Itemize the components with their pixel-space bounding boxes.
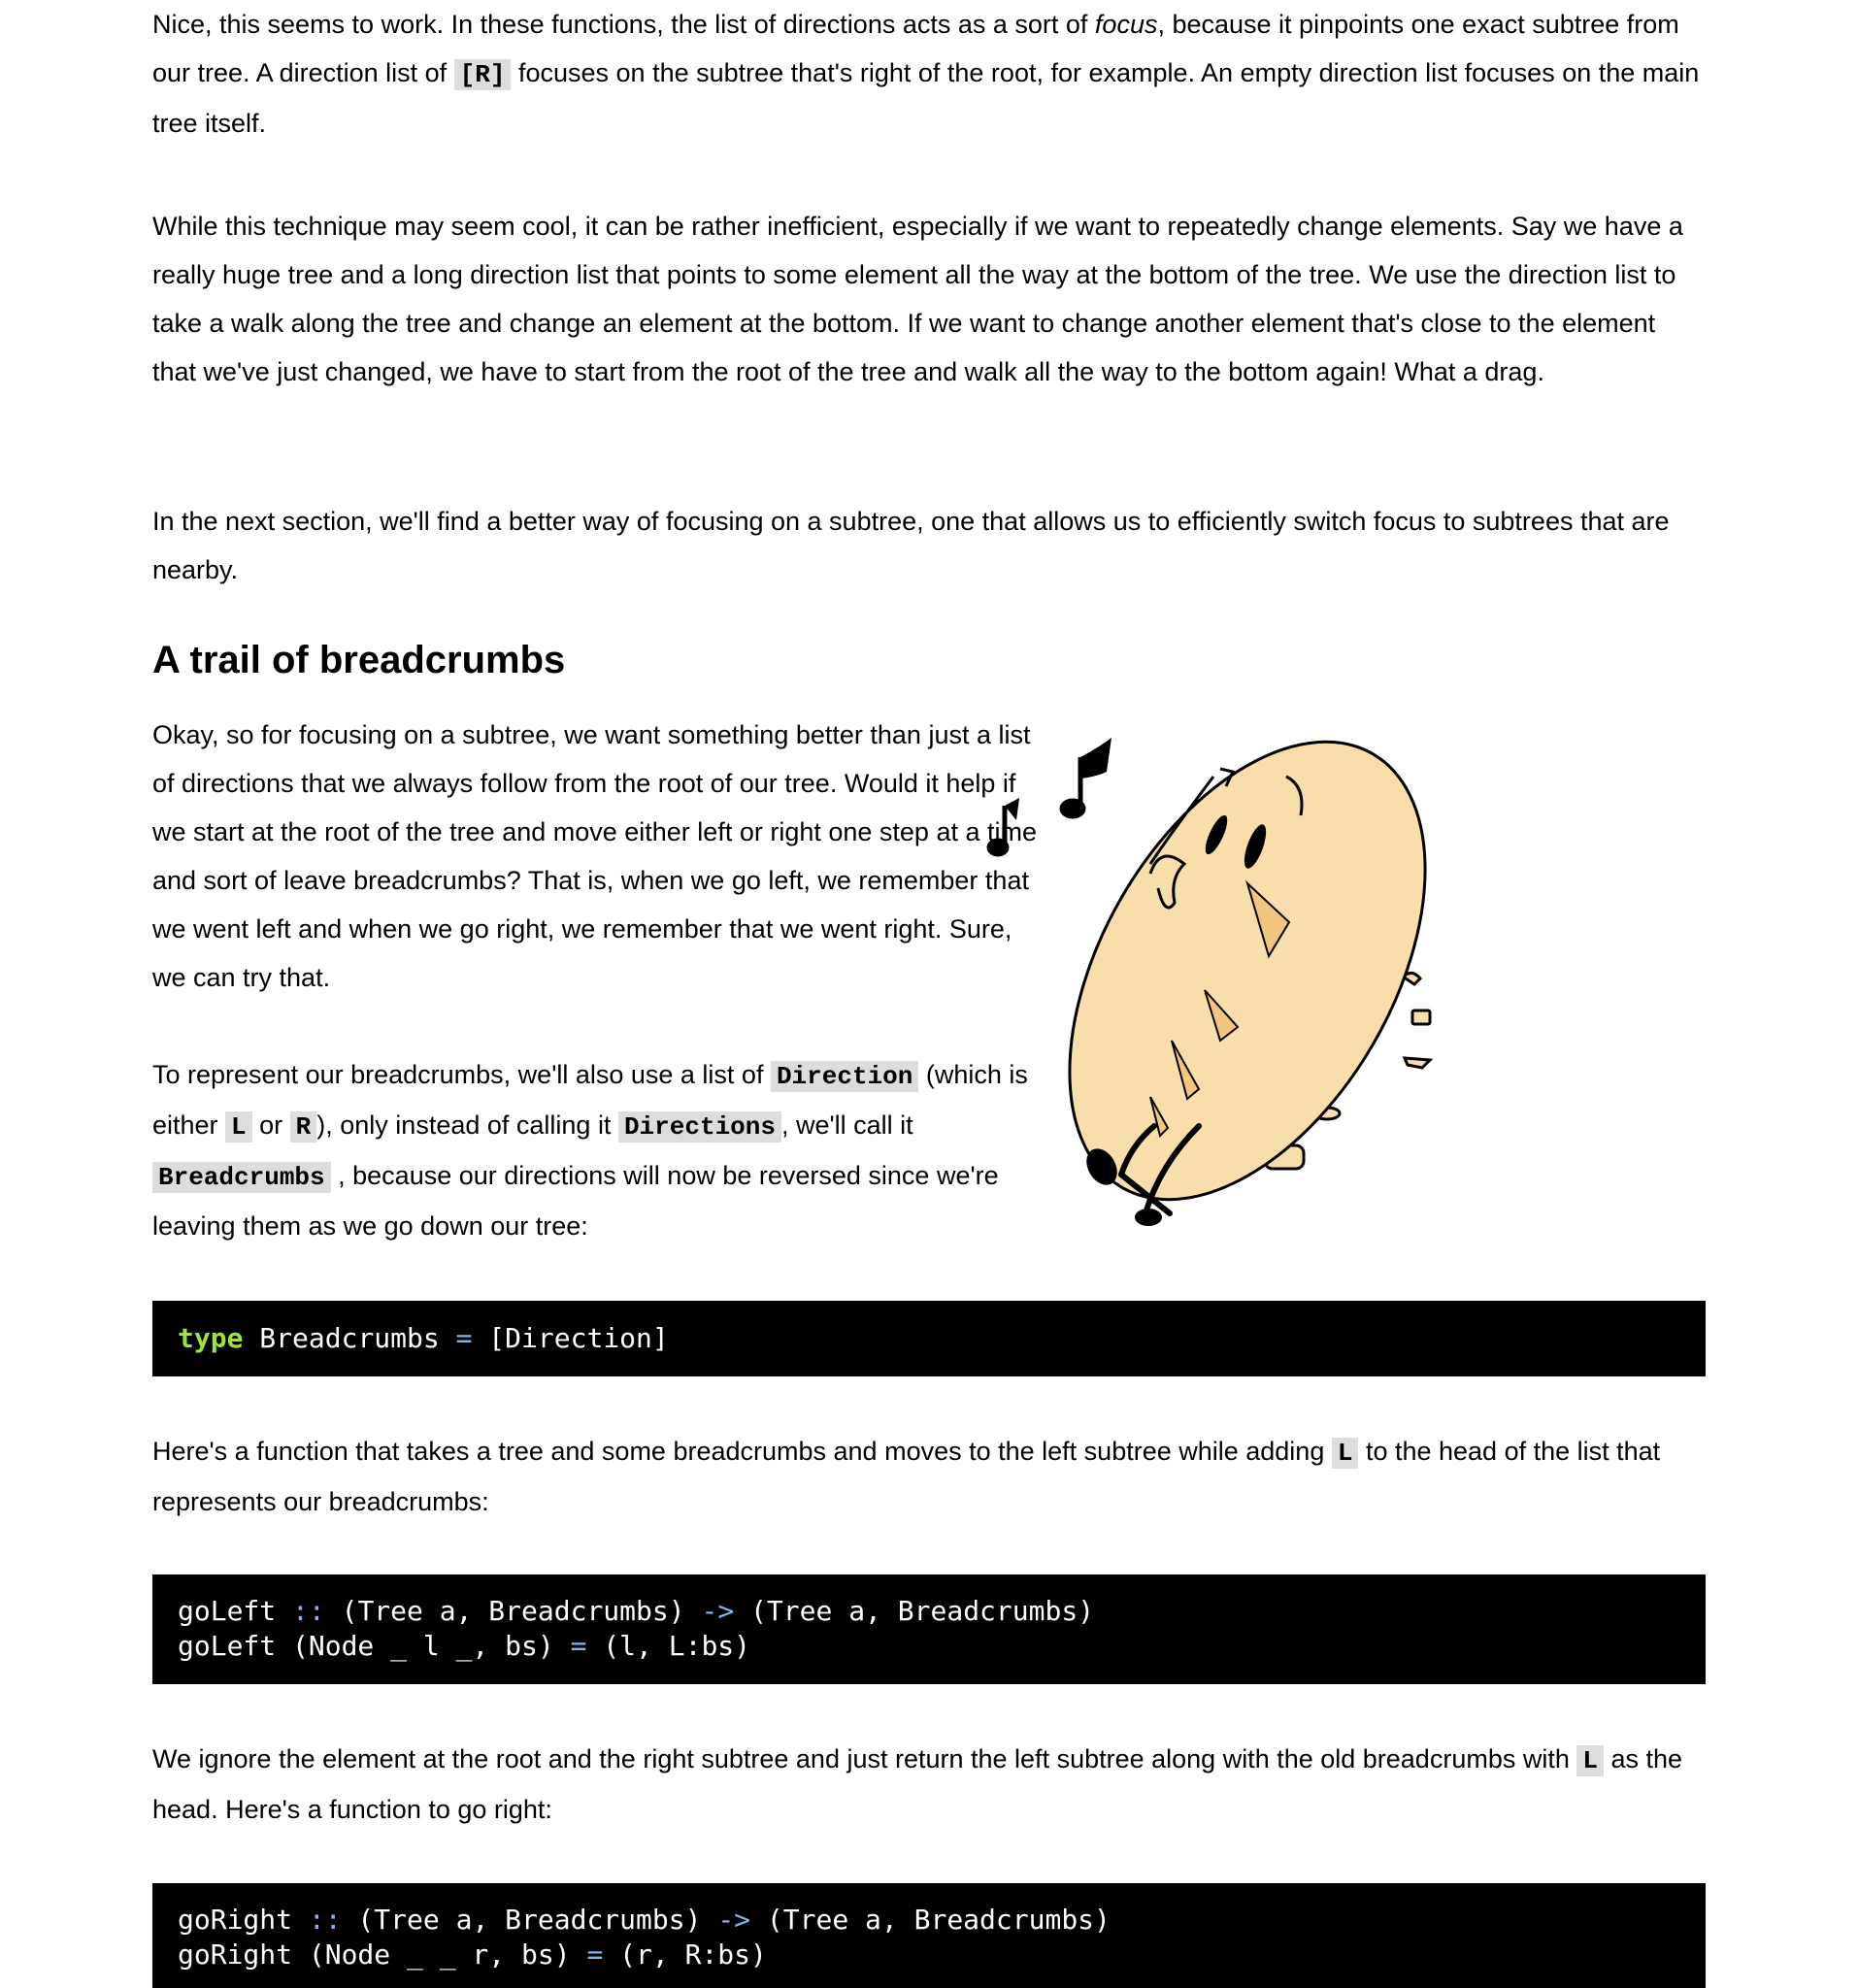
code-text: goLeft (Node _ l _, bs) — [178, 1630, 571, 1662]
operator: = — [570, 1630, 587, 1662]
emphasis: focus — [1094, 10, 1158, 39]
text: To represent our breadcrumbs, we'll also… — [152, 1060, 771, 1089]
inline-code: Direction — [770, 1061, 919, 1092]
paragraph-goright-intro: We ignore the element at the root and th… — [152, 1735, 1706, 1834]
inline-code: L — [1331, 1438, 1359, 1469]
code-text: (Tree a, Breadcrumbs) — [734, 1595, 1095, 1627]
code-text: goRight (Node _ _ r, bs) — [178, 1938, 587, 1971]
code-text: goLeft — [178, 1595, 293, 1627]
text: or — [251, 1110, 290, 1140]
operator: -> — [701, 1595, 735, 1627]
paragraph-focus: Nice, this seems to work. In these funct… — [152, 0, 1706, 148]
text: We ignore the element at the root and th… — [152, 1744, 1577, 1773]
code-block-goright: goRight :: (Tree a, Breadcrumbs) -> (Tre… — [152, 1883, 1706, 1988]
inline-code: Directions — [617, 1111, 781, 1143]
operator: = — [586, 1938, 604, 1971]
code-text: (Tree a, Breadcrumbs) — [341, 1904, 718, 1936]
text: Nice, this seems to work. In these funct… — [152, 10, 1095, 39]
text: Here's a function that takes a tree and … — [152, 1437, 1332, 1466]
code-block-type: type Breadcrumbs = [Direction] — [152, 1301, 1706, 1376]
code-text: [Direction] — [472, 1322, 669, 1354]
inline-code: Breadcrumbs — [152, 1162, 331, 1193]
section-heading: A trail of breadcrumbs — [152, 639, 566, 681]
operator: :: — [292, 1595, 325, 1627]
bread-character-illustration — [986, 738, 1434, 1226]
operator: :: — [308, 1904, 342, 1936]
code-text: (l, L:bs) — [586, 1630, 751, 1662]
code-block-goleft: goLeft :: (Tree a, Breadcrumbs) -> (Tree… — [152, 1574, 1706, 1684]
paragraph-inefficient: While this technique may seem cool, it c… — [152, 212, 1683, 386]
paragraph-next-section: In the next section, we'll find a better… — [152, 507, 1670, 584]
paragraph-goleft-intro: Here's a function that takes a tree and … — [152, 1427, 1706, 1526]
inline-code: [R] — [453, 59, 512, 90]
bread-body-icon — [1068, 740, 1427, 1202]
code-text: (Tree a, Breadcrumbs) — [324, 1595, 702, 1627]
keyword: type — [178, 1322, 244, 1354]
text: , we'll call it — [780, 1110, 913, 1140]
inline-code: L — [225, 1111, 252, 1143]
code-text: (Tree a, Breadcrumbs) — [750, 1904, 1111, 1936]
operator: = — [455, 1322, 473, 1354]
inline-code: R — [289, 1111, 317, 1143]
code-text: goRight — [178, 1904, 309, 1936]
code-text: Breadcrumbs — [243, 1322, 456, 1354]
operator: -> — [717, 1904, 751, 1936]
code-text: (r, R:bs) — [603, 1938, 767, 1971]
inline-code: L — [1576, 1745, 1604, 1776]
text: ), only instead of calling it — [316, 1110, 618, 1140]
